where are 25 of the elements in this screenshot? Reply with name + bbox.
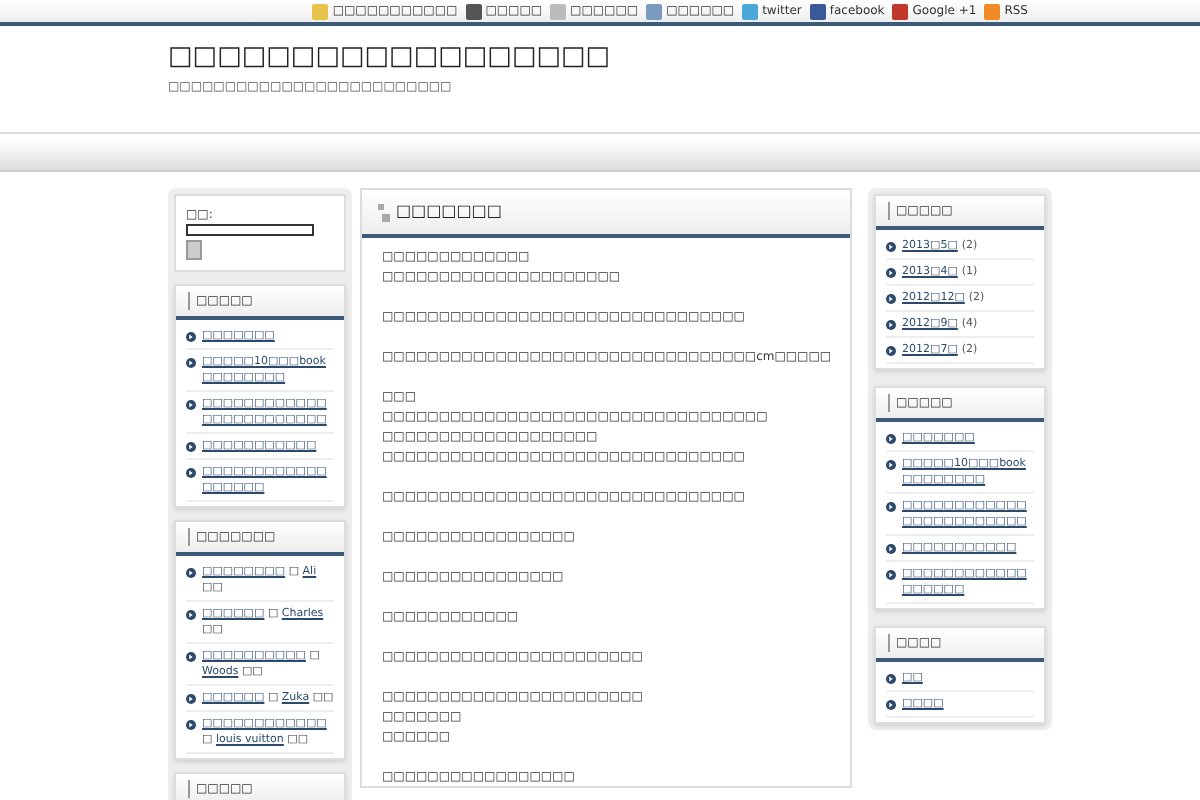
bullet-icon — [886, 700, 896, 710]
bullet-icon — [886, 320, 896, 330]
bullet-icon — [186, 358, 196, 368]
bullet-icon — [186, 468, 196, 478]
bullet-icon — [886, 544, 896, 554]
bullet-icon — [886, 268, 896, 278]
bullet-icon — [186, 720, 196, 730]
bullet-icon — [886, 346, 896, 356]
site-title[interactable]: □□□□□□□□□□□□□□□□□□ — [168, 42, 1200, 74]
bullet-icon — [186, 610, 196, 620]
bullet-icon — [886, 460, 896, 470]
bullet-icon — [886, 570, 896, 580]
bullet-icon — [186, 442, 196, 452]
bullet-icon — [886, 674, 896, 684]
bullet-icon — [886, 502, 896, 512]
bullet-icon — [186, 568, 196, 578]
bullet-icon — [186, 400, 196, 410]
bullet-icon — [886, 294, 896, 304]
search-field[interactable] — [186, 224, 314, 236]
post-title: □□□□□□□ — [396, 200, 502, 224]
bullet-icon — [186, 694, 196, 704]
bullet-icon — [186, 332, 196, 342]
bullet-icon — [886, 242, 896, 252]
bullet-icon — [186, 652, 196, 662]
bullet-icon — [886, 434, 896, 444]
